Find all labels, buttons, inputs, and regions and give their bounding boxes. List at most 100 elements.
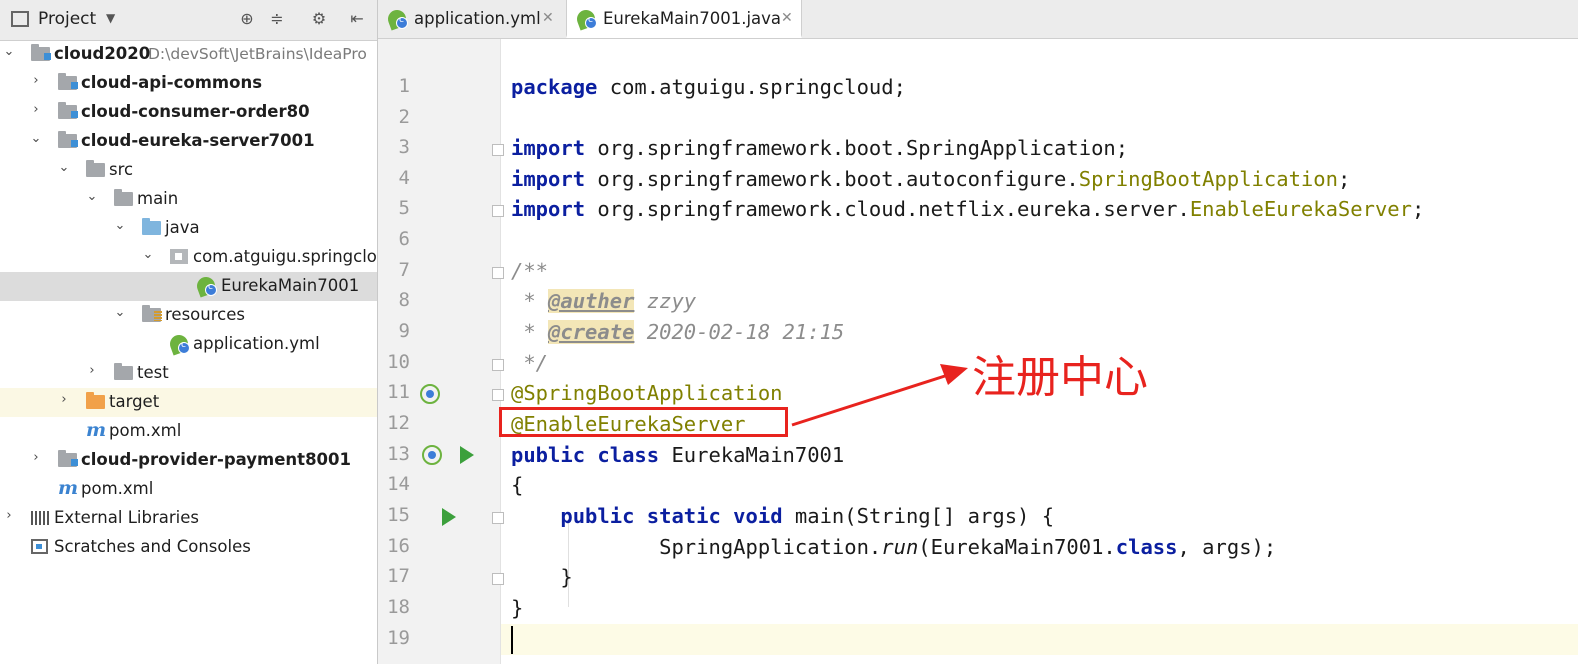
chevron-right-icon[interactable]: › (29, 450, 43, 465)
chevron-down-icon[interactable]: ⌄ (113, 218, 127, 233)
chevron-right-icon[interactable]: › (85, 363, 99, 378)
project-view-selector[interactable]: Project (38, 9, 96, 29)
code-line-9[interactable]: * @create 2020-02-18 21:15 (511, 317, 844, 347)
chevron-right-icon[interactable]: › (29, 73, 43, 88)
code-text: org.springframework.cloud.netflix.eureka… (585, 197, 1190, 221)
module-folder-icon (58, 131, 78, 150)
tree-item-label: External Libraries (54, 508, 199, 527)
tree-item-eurekamain7001[interactable]: EurekaMain7001 (0, 272, 377, 301)
keyword: class (1115, 535, 1178, 559)
tab-eurekamain7001-java[interactable]: EurekaMain7001.java ✕ (566, 0, 802, 38)
tab-label: application.yml (414, 9, 541, 28)
tree-item-src[interactable]: ⌄ src (0, 156, 377, 185)
tree-item-label: test (137, 363, 169, 382)
spring-bean-gutter-icon[interactable] (422, 445, 442, 465)
chevron-right-icon[interactable]: › (2, 508, 16, 523)
run-icon[interactable] (460, 446, 474, 464)
code-line-13[interactable]: public class EurekaMain7001 (511, 440, 844, 470)
tab-application-yml[interactable]: application.yml ✕ (378, 0, 564, 38)
close-icon[interactable]: ✕ (542, 10, 554, 26)
gear-icon[interactable]: ⚙ (308, 8, 330, 30)
tree-item-cloud-api-commons[interactable]: › cloud-api-commons (0, 69, 377, 98)
line-number: 6 (398, 228, 410, 250)
tree-item-java[interactable]: ⌄ java (0, 214, 377, 243)
tree-item-cloud-consumer-order80[interactable]: › cloud-consumer-order80 (0, 98, 377, 127)
tree-item-label: application.yml (193, 334, 320, 353)
comment: * (511, 320, 549, 344)
comment: /** (511, 259, 549, 283)
scratches-icon (31, 538, 51, 556)
comment: * (511, 289, 549, 313)
code-line-1[interactable]: package com.atguigu.springcloud; (511, 72, 906, 102)
code-line-15[interactable]: public static void main(String[] args) { (511, 501, 1054, 531)
tree-item-cloud-provider-payment8001[interactable]: › cloud-provider-payment8001 (0, 446, 377, 475)
code-line-17[interactable]: } (511, 562, 572, 592)
project-view-icon (11, 11, 29, 27)
code-line-3[interactable]: import org.springframework.boot.SpringAp… (511, 133, 1128, 163)
collapse-all-icon[interactable]: ≑ (266, 8, 288, 30)
hide-panel-icon[interactable]: ⇤ (346, 8, 368, 30)
line-number: 15 (387, 504, 410, 526)
code-line-8[interactable]: * @auther zzyy (511, 286, 696, 316)
chevron-down-icon[interactable]: ⌄ (2, 44, 16, 59)
maven-icon: m (86, 419, 107, 441)
chevron-down-icon[interactable]: ⌄ (85, 189, 99, 204)
fold-marker-icon[interactable] (492, 205, 504, 217)
code-text: (EurekaMain7001. (918, 535, 1116, 559)
fold-marker-icon[interactable] (492, 359, 504, 371)
annotation: @SpringBootApplication (511, 381, 783, 405)
code-line-10[interactable]: */ (511, 348, 548, 378)
chevron-down-icon[interactable]: ⌄ (57, 160, 71, 175)
run-icon[interactable] (442, 508, 456, 526)
code-line-11[interactable]: @SpringBootApplication (511, 378, 783, 408)
comment: zzyy (634, 289, 697, 313)
fold-marker-icon[interactable] (492, 389, 504, 401)
code-line-4[interactable]: import org.springframework.boot.autoconf… (511, 164, 1350, 194)
fold-marker-icon[interactable] (492, 267, 504, 279)
tree-item-test[interactable]: › test (0, 359, 377, 388)
chevron-right-icon[interactable]: › (57, 392, 71, 407)
source-folder-icon (142, 218, 162, 237)
code-line-14[interactable]: { (511, 470, 523, 500)
tree-item-external-libraries[interactable]: › External Libraries (0, 504, 377, 533)
locate-icon[interactable]: ⊕ (236, 8, 258, 30)
tree-item-root-pom-xml[interactable]: m pom.xml (0, 475, 377, 504)
line-number: 14 (387, 473, 410, 495)
tree-item-target[interactable]: › target (0, 388, 377, 417)
line-number: 13 (387, 443, 410, 465)
close-icon[interactable]: ✕ (781, 10, 793, 26)
keyword: import (511, 197, 586, 221)
fold-marker-icon[interactable] (492, 573, 504, 585)
code-text: org.springframework.boot.autoconfigure. (585, 167, 1079, 191)
chevron-right-icon[interactable]: › (29, 102, 43, 117)
editor-gutter[interactable]: 1 2 3 4 5 6 7 8 9 10 11 12 13 14 15 16 1… (378, 39, 504, 664)
chevron-down-icon[interactable]: ⌄ (113, 305, 127, 320)
code-line-18[interactable]: } (511, 593, 523, 623)
chevron-down-icon[interactable]: ⌄ (141, 247, 155, 262)
chevron-down-icon[interactable]: ⌄ (29, 131, 43, 146)
code-line-16[interactable]: SpringApplication.run(EurekaMain7001.cla… (511, 532, 1276, 562)
fold-marker-icon[interactable] (492, 144, 504, 156)
fold-marker-icon[interactable] (492, 512, 504, 524)
tree-item-cloud-eureka-server7001[interactable]: ⌄ cloud-eureka-server7001 (0, 127, 377, 156)
tree-item-application-yml[interactable]: application.yml (0, 330, 377, 359)
tab-label: EurekaMain7001.java (603, 9, 782, 28)
line-number: 11 (387, 381, 410, 403)
project-panel-header: Project ▼ ⊕ ≑ ⚙ ⇤ (0, 0, 377, 41)
module-folder-icon (58, 102, 78, 121)
tree-item-resources[interactable]: ⌄ resources (0, 301, 377, 330)
tree-item-cloud2020[interactable]: ⌄ cloud2020 D:\devSoft\JetBrains\IdeaPro (0, 40, 377, 69)
code-text: main(String[] args) { (782, 504, 1055, 528)
tree-item-package[interactable]: ⌄ com.atguigu.springclo (0, 243, 377, 272)
code-line-7[interactable]: /** (511, 256, 548, 286)
tree-item-pom-xml[interactable]: m pom.xml (0, 417, 377, 446)
chevron-down-icon[interactable]: ▼ (106, 11, 115, 25)
tree-item-scratches-and-consoles[interactable]: Scratches and Consoles (0, 533, 377, 562)
folder-icon (114, 189, 134, 208)
spring-bean-gutter-icon[interactable] (420, 384, 440, 404)
maven-icon: m (58, 477, 79, 499)
tree-item-main[interactable]: ⌄ main (0, 185, 377, 214)
code-text: { (511, 473, 524, 497)
code-line-5[interactable]: import org.springframework.cloud.netflix… (511, 194, 1424, 224)
